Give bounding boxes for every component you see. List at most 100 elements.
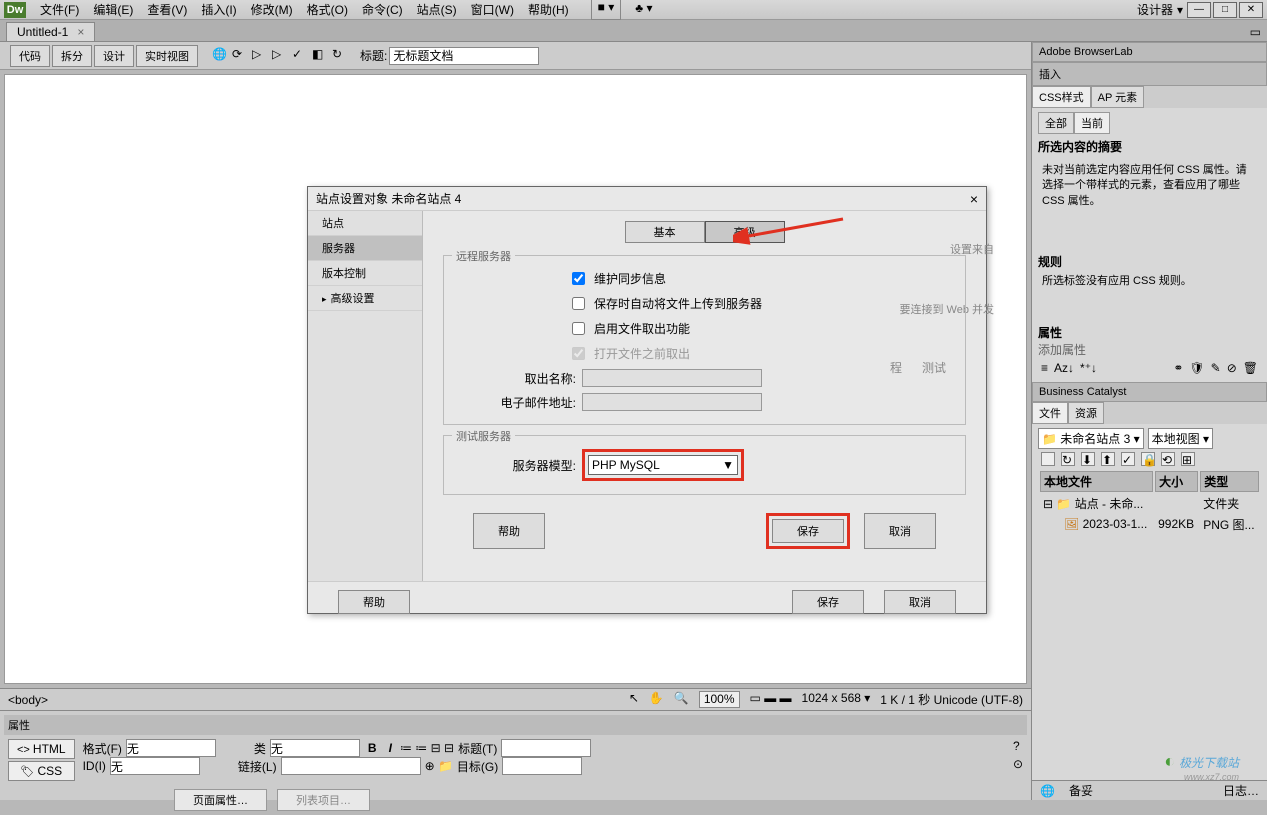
checkin-icon[interactable]: 🔒 — [1141, 452, 1155, 466]
sort-icon[interactable]: *⁺↓ — [1080, 361, 1097, 375]
col-type[interactable]: 类型 — [1200, 471, 1259, 492]
globe-icon[interactable]: 🌐 — [212, 47, 230, 65]
menu-format[interactable]: 格式(O) — [301, 0, 354, 20]
link-input[interactable] — [281, 757, 421, 775]
code-view-button[interactable]: 代码 — [10, 45, 50, 67]
css-mode-button[interactable]: 🏷 CSS — [8, 761, 75, 781]
server-model-select[interactable]: PHP MySQL▼ — [588, 455, 738, 475]
connect-icon[interactable] — [1041, 452, 1055, 466]
view-select[interactable]: 本地视图 ▾ — [1148, 428, 1213, 449]
visual-icon[interactable]: ◧ — [312, 47, 330, 65]
tag-selector[interactable]: <body> — [8, 693, 48, 707]
dialog-titlebar[interactable]: 站点设置对象 未命名站点 4 × — [308, 187, 986, 211]
options-icon[interactable]: ▷ — [272, 47, 290, 65]
chk-auto-upload[interactable] — [572, 297, 585, 310]
document-tab[interactable]: Untitled-1 × — [6, 22, 95, 41]
expand-icon[interactable]: ⊞ — [1181, 452, 1195, 466]
css-all-tab[interactable]: 全部 — [1038, 112, 1074, 134]
cascade-icon[interactable]: ≡ — [1041, 361, 1048, 375]
menu-site[interactable]: 站点(S) — [411, 0, 463, 20]
cancel-button[interactable]: 取消 — [884, 590, 956, 614]
add-property[interactable]: 添加属性 — [1038, 341, 1261, 358]
split-view-button[interactable]: 拆分 — [52, 45, 92, 67]
css-styles-tab[interactable]: CSS样式 — [1032, 86, 1091, 108]
sidebar-item-site[interactable]: 站点 — [308, 211, 422, 236]
properties-header[interactable]: 属性 — [4, 715, 1027, 735]
site-select[interactable]: 📁 未命名站点 3 ▾ — [1038, 428, 1144, 449]
az-icon[interactable]: Aᴢ↓ — [1054, 361, 1074, 375]
inner-cancel-button[interactable]: 取消 — [864, 513, 936, 549]
bold-button[interactable]: B — [364, 741, 381, 755]
dialog-close[interactable]: × — [970, 191, 978, 207]
title-attr-input[interactable] — [501, 739, 591, 757]
browserlab-panel[interactable]: Adobe BrowserLab — [1032, 42, 1267, 62]
edit-icon[interactable]: ✎ — [1211, 361, 1221, 375]
col-size[interactable]: 大小 — [1155, 471, 1198, 492]
menu-window[interactable]: 窗口(W) — [465, 0, 520, 20]
chk-checkout[interactable] — [572, 322, 585, 335]
help-button[interactable]: 帮助 — [338, 590, 410, 614]
close-button[interactable]: ✕ — [1239, 2, 1263, 18]
sidebar-item-version[interactable]: 版本控制 — [308, 261, 422, 286]
html-mode-button[interactable]: <> HTML — [8, 739, 75, 759]
reload-icon[interactable]: ↻ — [332, 47, 350, 65]
table-row[interactable]: ⊟ 📁 站点 - 未命... 文件夹 — [1040, 494, 1259, 513]
refresh-files-icon[interactable]: ↻ — [1061, 452, 1075, 466]
maximize-button[interactable]: □ — [1213, 2, 1237, 18]
dimensions[interactable]: 1024 x 568 ▾ — [802, 691, 871, 708]
menu-edit[interactable]: 编辑(E) — [87, 0, 139, 20]
put-icon[interactable]: ⬆ — [1101, 452, 1115, 466]
col-file[interactable]: 本地文件 — [1040, 471, 1153, 492]
disable-icon[interactable]: ⊘ — [1227, 361, 1237, 375]
files-tab[interactable]: 文件 — [1032, 402, 1068, 424]
italic-button[interactable]: I — [385, 741, 396, 755]
link-icon[interactable]: ⚭ — [1173, 361, 1183, 375]
target-input[interactable] — [502, 757, 582, 775]
panel-options-icon[interactable]: ⊙ — [1013, 757, 1023, 771]
sidebar-item-advanced[interactable]: 高级设置 — [308, 286, 422, 311]
hand-icon[interactable]: ✋ — [649, 691, 664, 708]
menu-modify[interactable]: 修改(M) — [245, 0, 299, 20]
workspace-switcher[interactable]: 设计器 — [1137, 1, 1173, 18]
log-link[interactable]: 日志… — [1223, 782, 1259, 799]
live-view-button[interactable]: 实时视图 — [136, 45, 198, 67]
class-select[interactable]: 无 — [270, 739, 360, 757]
resources-tab[interactable]: 资源 — [1068, 402, 1104, 424]
help-icon[interactable]: ? — [1013, 739, 1023, 753]
layout-icon[interactable]: ♣ ▾ — [629, 0, 658, 20]
id-select[interactable]: 无 — [110, 757, 200, 775]
zoom-value[interactable]: 100% — [699, 691, 740, 708]
chk-sync[interactable] — [572, 272, 585, 285]
pointer-icon[interactable]: ↖ — [629, 691, 639, 708]
get-icon[interactable]: ⬇ — [1081, 452, 1095, 466]
page-props-button[interactable]: 页面属性… — [174, 789, 267, 811]
screen-icon[interactable]: ▭ ▬ ▬ — [750, 691, 792, 708]
ap-elements-tab[interactable]: AP 元素 — [1091, 86, 1145, 108]
menu-view[interactable]: 查看(V) — [141, 0, 193, 20]
menu-file[interactable]: 文件(F) — [34, 0, 85, 20]
list-buttons[interactable]: ≔ ≔ ⊟ ⊟ — [400, 741, 454, 755]
link-target-icon[interactable]: ⊕ 📁 — [425, 759, 453, 773]
tab-close[interactable]: × — [77, 25, 84, 39]
menu-help[interactable]: 帮助(H) — [522, 0, 575, 20]
title-input[interactable] — [389, 47, 539, 65]
new-rule-icon[interactable]: 🛡 — [1189, 361, 1204, 375]
zoom-icon[interactable]: 🔍 — [674, 691, 689, 708]
css-current-tab[interactable]: 当前 — [1074, 112, 1110, 134]
checkout-icon[interactable]: ✓ — [1121, 452, 1135, 466]
trash-icon[interactable]: 🗑 — [1243, 361, 1258, 375]
inner-save-button[interactable]: 保存 — [772, 519, 844, 543]
refresh-icon[interactable]: ⟳ — [232, 47, 250, 65]
format-select[interactable]: 无 — [126, 739, 216, 757]
nav-icon[interactable]: ▷ — [252, 47, 270, 65]
inner-help-button[interactable]: 帮助 — [473, 513, 545, 549]
menu-command[interactable]: 命令(C) — [356, 0, 409, 20]
design-view-button[interactable]: 设计 — [94, 45, 134, 67]
check-icon[interactable]: ✓ — [292, 47, 310, 65]
tab-panel-toggle[interactable]: ▭ — [1244, 23, 1267, 41]
search-icon[interactable]: ■ ▾ — [591, 0, 622, 20]
sidebar-item-server[interactable]: 服务器 — [308, 236, 422, 261]
minimize-button[interactable]: — — [1187, 2, 1211, 18]
save-button[interactable]: 保存 — [792, 590, 864, 614]
table-row[interactable]: 🖼 2023-03-1... 992KBPNG 图... — [1040, 515, 1259, 534]
